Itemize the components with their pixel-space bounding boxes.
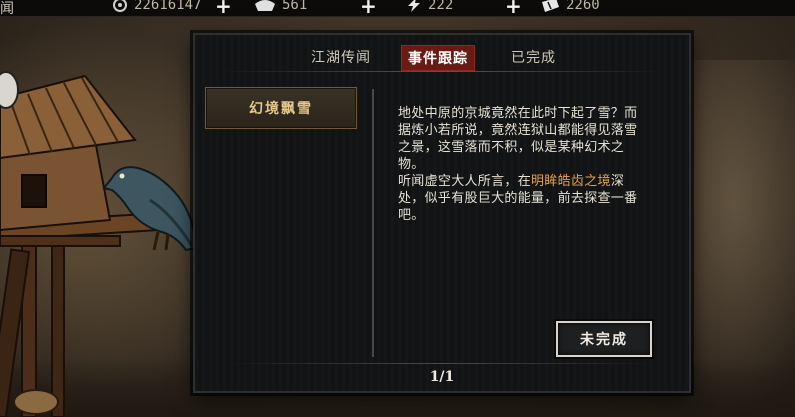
tab-bar: 江湖传闻 事件跟踪 已完成	[195, 43, 689, 71]
coin-count: 22616147	[134, 0, 202, 13]
resource-coins: 22616147	[112, 0, 201, 13]
incomplete-status-button[interactable]: 未完成	[556, 321, 652, 357]
description-paragraph-2: 听闻虚空大人所言，在明眸皓齿之境深处，似乎有股巨大的能量，前去探查一番吧。	[398, 173, 648, 224]
event-tracking-panel: 江湖传闻 事件跟踪 已完成 幻境飘雪 地处中原的京城竟然在此时下起了雪？而据炼小…	[193, 33, 691, 393]
tab-rumors[interactable]: 江湖传闻	[311, 47, 371, 67]
tab-divider	[219, 71, 665, 72]
add-ingots-button[interactable]: +	[360, 0, 377, 16]
resource-bar: 闻 22616147 + 561 + 222 + 2260	[0, 0, 795, 17]
resource-ingots: 561	[254, 0, 307, 13]
tab-completed[interactable]: 已完成	[511, 47, 556, 67]
ticket-icon	[542, 0, 559, 12]
description-text-before: 听闻虚空大人所言，在	[398, 174, 532, 189]
description-paragraph-1: 地处中原的京城竟然在此时下起了雪？而据炼小若所说，竟然连狱山都能得见落雪之景，这…	[398, 106, 638, 172]
lightning-icon	[408, 0, 420, 12]
page-indicator: 1/1	[429, 369, 455, 385]
vertical-divider	[372, 89, 374, 357]
coin-icon	[113, 0, 127, 12]
ingot-icon	[255, 0, 275, 11]
bottom-divider	[225, 363, 655, 364]
birdhouse-crow-illustration	[0, 71, 198, 417]
event-item[interactable]: 幻境飘雪	[205, 87, 357, 129]
top-left-label: 闻	[0, 1, 14, 17]
event-list: 幻境飘雪	[205, 87, 363, 129]
status-button-label: 未完成	[580, 332, 628, 348]
resource-tickets: 2260	[540, 0, 600, 13]
event-description: 地处中原的京城竟然在此时下起了雪？而据炼小若所说，竟然连狱山都能得见落雪之景，这…	[398, 105, 648, 224]
tab-event-tracking[interactable]: 事件跟踪	[401, 45, 475, 71]
add-stamina-button[interactable]: +	[505, 0, 522, 16]
resource-stamina: 222	[406, 0, 453, 13]
stamina-count: 222	[428, 0, 454, 13]
ingot-count: 561	[282, 0, 308, 13]
event-item-label: 幻境飘雪	[249, 101, 313, 117]
ticket-count: 2260	[566, 0, 600, 13]
location-highlight: 明眸皓齿之境	[531, 174, 611, 189]
add-coins-button[interactable]: +	[215, 0, 232, 16]
